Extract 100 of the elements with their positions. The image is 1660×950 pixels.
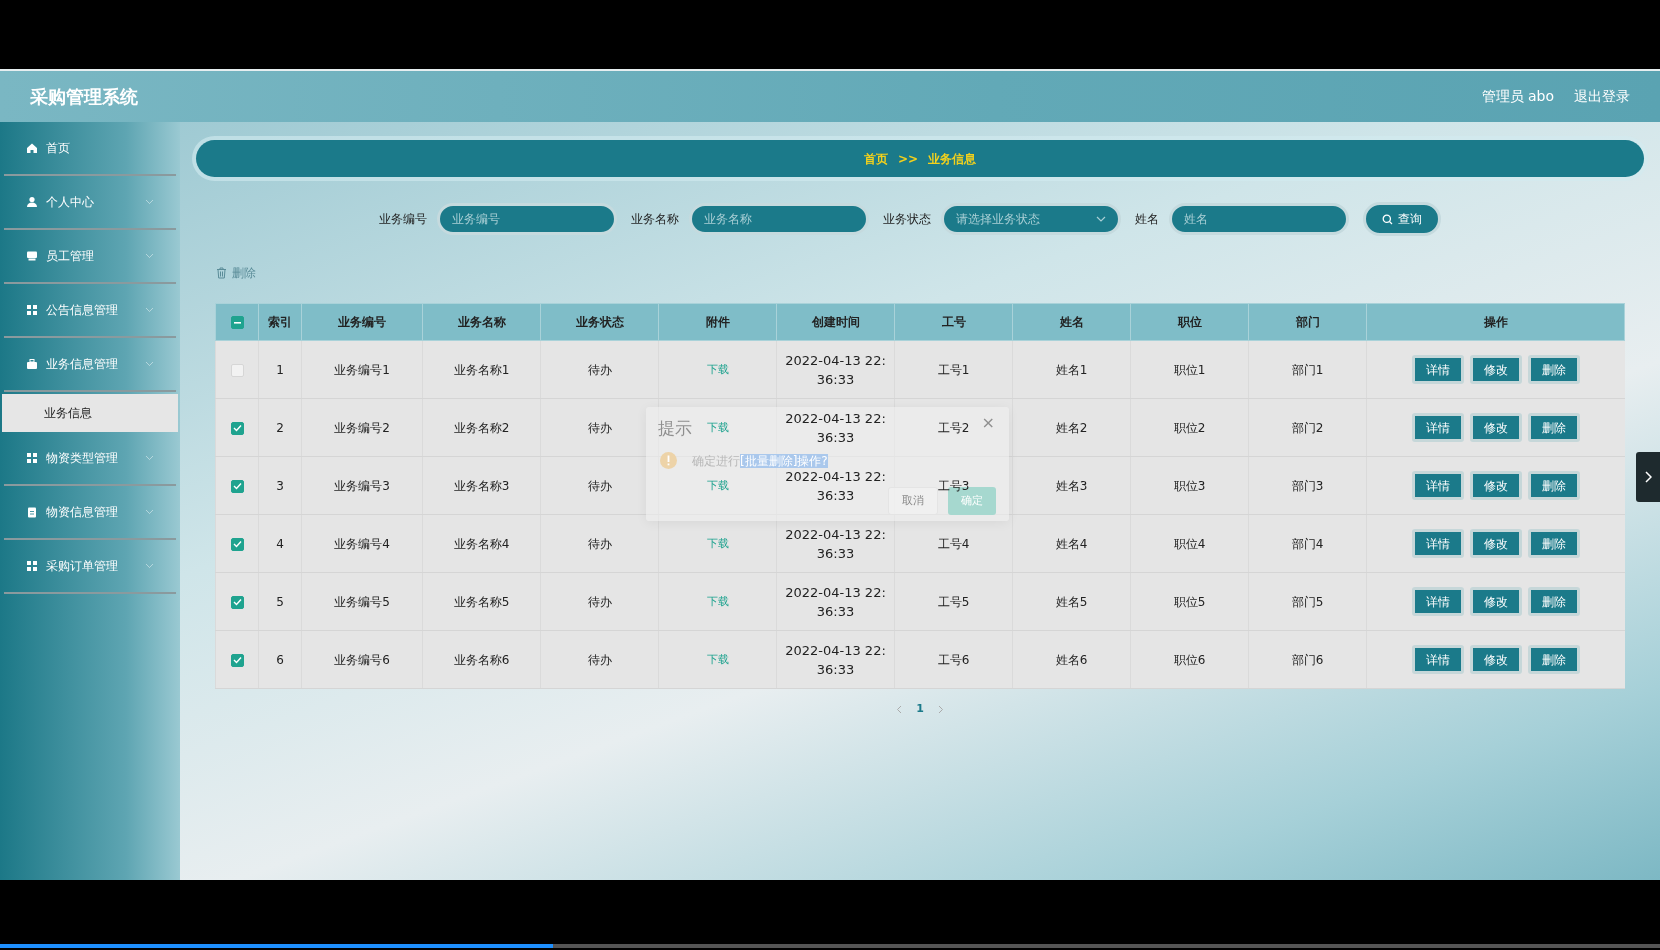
download-link[interactable]: 下载: [706, 595, 729, 609]
checkbox[interactable]: [230, 595, 244, 609]
details-button[interactable]: 详情: [1411, 413, 1464, 442]
side-panel-handle[interactable]: [1636, 452, 1660, 502]
table-cell: 1: [276, 362, 284, 377]
table-cell-text: 2022-04-13 22:36:33: [784, 525, 887, 563]
sidebar-item[interactable]: 物资类型管理: [46, 449, 118, 467]
details-button[interactable]: 详情: [1411, 355, 1464, 384]
table-cell: 职位1: [1173, 362, 1206, 377]
delete-button[interactable]: 删除: [1527, 529, 1580, 558]
table-cell: 6: [276, 652, 284, 667]
download-link[interactable]: 下载: [706, 421, 729, 435]
edit-button[interactable]: 修改: [1469, 587, 1522, 616]
status-select[interactable]: 请选择业务状态: [941, 203, 1121, 235]
table-cell: 姓名1: [1055, 362, 1088, 377]
edit-button[interactable]: 修改: [1469, 471, 1522, 500]
chevron-down-icon[interactable]: [145, 253, 154, 259]
sidebar-item[interactable]: 采购订单管理: [46, 557, 118, 575]
delete-button[interactable]: 删除: [1527, 587, 1580, 616]
sidebar-item[interactable]: 业务信息管理: [46, 355, 118, 373]
table-cell: 部门3: [1291, 478, 1324, 493]
next-page-icon[interactable]: [937, 704, 944, 714]
chevron-down-icon[interactable]: [145, 509, 154, 515]
table-cell: 待办: [587, 362, 612, 377]
details-button[interactable]: 详情: [1411, 471, 1464, 500]
checkbox[interactable]: [230, 479, 244, 493]
edit-button[interactable]: 修改: [1469, 355, 1522, 384]
sidebar-item[interactable]: 公告信息管理: [46, 301, 118, 319]
table-cell: 业务名称4: [453, 536, 510, 551]
search-button[interactable]: 查询: [1363, 202, 1441, 236]
edit-button[interactable]: 修改: [1469, 529, 1522, 558]
table-cell: 业务名称5: [453, 594, 510, 609]
chevron-down-icon: [1096, 216, 1106, 222]
cancel-button[interactable]: 取消: [888, 487, 938, 515]
search-field[interactable]: 姓名: [1169, 203, 1349, 235]
details-button[interactable]: 详情: [1411, 529, 1464, 558]
logout-link[interactable]: 退出登录: [1574, 86, 1630, 107]
check-icon: [232, 540, 242, 548]
table-cell: 部门6: [1291, 652, 1324, 667]
delete-button[interactable]: 删除: [1527, 413, 1580, 442]
delete-button[interactable]: 删除: [1527, 355, 1580, 384]
chevron-down-icon[interactable]: [145, 563, 154, 569]
sidebar-item[interactable]: 物资信息管理: [46, 503, 118, 521]
table-cell: 业务名称6: [453, 652, 510, 667]
details-button[interactable]: 详情: [1411, 587, 1464, 616]
table-cell: 工号5: [937, 594, 970, 609]
check-icon: [232, 482, 242, 490]
close-button[interactable]: ×: [981, 415, 995, 431]
checkbox[interactable]: [230, 421, 244, 435]
table-cell: 4: [276, 536, 284, 551]
submenu-item[interactable]: 业务信息: [2, 394, 178, 432]
filter-label: 业务名称: [631, 211, 679, 228]
chevron-down-icon[interactable]: [145, 361, 154, 367]
check-icon: [232, 424, 242, 432]
checkbox[interactable]: [230, 653, 244, 667]
filter-label: 业务状态: [883, 211, 931, 228]
table-cell: 3: [276, 478, 284, 493]
table-cell: 姓名4: [1055, 536, 1088, 551]
search-field[interactable]: 业务名称: [689, 203, 869, 235]
column-header: 姓名: [1059, 315, 1084, 329]
delete-button[interactable]: 删除: [1527, 645, 1580, 674]
chevron-down-icon[interactable]: [145, 455, 154, 461]
table-cell: 工号2: [937, 420, 970, 435]
home-icon: [26, 142, 38, 154]
delete-link[interactable]: 删除: [216, 264, 256, 282]
sidebar-item[interactable]: 首页: [46, 139, 70, 157]
details-button[interactable]: 详情: [1411, 645, 1464, 674]
sidebar-item[interactable]: 个人中心: [46, 193, 94, 211]
checkbox[interactable]: [230, 537, 244, 551]
chevron-down-icon[interactable]: [145, 307, 154, 313]
table-cell: 姓名5: [1055, 594, 1088, 609]
table-cell: 业务编号4: [334, 536, 390, 551]
breadcrumb-link[interactable]: 首页: [863, 149, 888, 168]
table-cell: 部门2: [1291, 420, 1324, 435]
table-cell: 职位5: [1173, 594, 1206, 609]
dialog-title: 提示: [658, 417, 692, 440]
column-header: 操作: [1483, 315, 1508, 329]
video-progress-bar[interactable]: [0, 944, 1660, 948]
sidebar-item[interactable]: 员工管理: [46, 247, 94, 265]
edit-button[interactable]: 修改: [1469, 413, 1522, 442]
column-header: 工号: [941, 315, 966, 329]
column-header: 业务状态: [575, 315, 624, 329]
breadcrumb-link[interactable]: 业务信息: [928, 149, 977, 168]
checkbox[interactable]: [230, 316, 244, 329]
search-field[interactable]: 业务编号: [437, 203, 617, 235]
delete-button[interactable]: 删除: [1527, 471, 1580, 500]
download-link[interactable]: 下载: [706, 479, 729, 493]
table-cell: 工号1: [937, 362, 970, 377]
table-cell: 业务编号3: [334, 478, 390, 493]
edit-button[interactable]: 修改: [1469, 645, 1522, 674]
download-link[interactable]: 下载: [706, 537, 729, 551]
table-cell: 工号4: [937, 536, 970, 551]
download-link[interactable]: 下载: [706, 363, 729, 377]
page-number[interactable]: 1: [916, 701, 924, 718]
download-link[interactable]: 下载: [706, 653, 729, 667]
monitor-icon: [26, 250, 38, 262]
previous-page-icon[interactable]: [896, 704, 903, 714]
grid-icon: [26, 560, 38, 572]
table-cell: 姓名6: [1055, 652, 1088, 667]
chevron-down-icon[interactable]: [145, 199, 154, 205]
